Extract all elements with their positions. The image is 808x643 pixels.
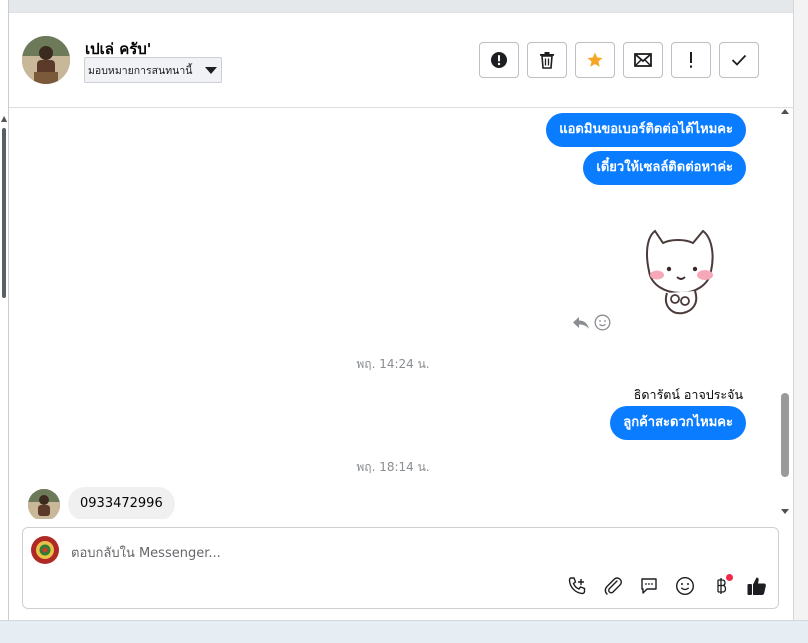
sender-name: ธิดารัตน์ อาจประจัน [633, 387, 743, 402]
reply-composer[interactable]: ตอบกลับใน Messenger... [22, 527, 779, 609]
message-bubble-outgoing[interactable]: ลูกค้าสะดวกไหมคะ [610, 406, 746, 440]
payment-button[interactable] [709, 574, 733, 598]
scrollbar-thumb[interactable] [781, 393, 789, 477]
star-button[interactable] [575, 42, 615, 78]
call-button[interactable] [565, 574, 589, 598]
mark-spam-button[interactable] [479, 42, 519, 78]
attach-button[interactable] [601, 574, 625, 598]
assign-label: มอบหมายการสนทนานี้ [88, 64, 193, 77]
alert-circle-icon [491, 52, 507, 68]
thumbs-up-icon [747, 577, 766, 595]
scroll-down-arrow-icon[interactable] [781, 509, 789, 514]
conversation-scrollbar[interactable] [778, 109, 792, 519]
scroll-up-arrow-icon[interactable] [781, 109, 789, 114]
scroll-up-arrow-icon[interactable]: ▲ [1, 114, 7, 123]
phone-plus-icon [568, 577, 586, 595]
chevron-down-icon [205, 67, 217, 74]
contact-avatar[interactable] [22, 36, 70, 84]
page-avatar [31, 536, 59, 564]
conversation-toolbar [479, 42, 759, 78]
like-button[interactable] [745, 574, 769, 598]
message-actions [572, 314, 611, 331]
left-pane-edge: ▲ [0, 0, 9, 620]
star-icon [587, 52, 603, 67]
check-icon [731, 54, 747, 66]
timestamp: พฤ. 18:14 น. [356, 460, 430, 474]
delete-button[interactable] [527, 42, 567, 78]
message-bubble-outgoing[interactable]: เดี๋ยวให้เซลล์ติดต่อหาค่ะ [583, 151, 746, 185]
chat-bubble-icon [641, 578, 657, 594]
cat-sticker[interactable] [637, 219, 727, 319]
contact-avatar-small[interactable] [28, 489, 60, 519]
window-bottom-edge [0, 620, 808, 643]
saved-replies-button[interactable] [637, 574, 661, 598]
message-list[interactable]: แอดมินขอเบอร์ติดต่อได้ไหมคะ เดี๋ยวให้เซล… [9, 109, 777, 519]
message-bubble-outgoing[interactable]: แอดมินขอเบอร์ติดต่อได้ไหมคะ [546, 113, 746, 147]
follow-up-button[interactable] [671, 42, 711, 78]
message-bubble-incoming[interactable]: 0933472996 [68, 487, 175, 519]
trash-icon [540, 52, 554, 69]
conversation-header: เปเล่ ครับ' มอบหมายการสนทนานี้ [9, 13, 793, 108]
mark-done-button[interactable] [719, 42, 759, 78]
smiley-icon[interactable] [594, 314, 611, 331]
left-scrollbar-thumb[interactable] [2, 128, 6, 298]
app-window: ▲ เปเล่ ครับ' มอบหมายการสนทนานี้ แอดมินข… [0, 0, 808, 643]
notification-dot [726, 574, 733, 581]
exclamation-icon [690, 52, 692, 68]
mark-unread-button[interactable] [623, 42, 663, 78]
envelope-icon [634, 53, 652, 67]
reply-input[interactable]: ตอบกลับใน Messenger... [71, 542, 221, 563]
reply-icon[interactable] [572, 316, 590, 330]
window-right-edge [793, 0, 808, 620]
conversation-panel: เปเล่ ครับ' มอบหมายการสนทนานี้ แอดมินขอเ… [9, 12, 793, 620]
emoji-button[interactable] [673, 574, 697, 598]
timestamp: พฤ. 14:24 น. [356, 357, 430, 371]
smiley-icon [675, 576, 695, 596]
paperclip-icon [604, 577, 622, 595]
assign-conversation-dropdown[interactable]: มอบหมายการสนทนานี้ [84, 57, 222, 83]
composer-toolbar [565, 574, 769, 598]
